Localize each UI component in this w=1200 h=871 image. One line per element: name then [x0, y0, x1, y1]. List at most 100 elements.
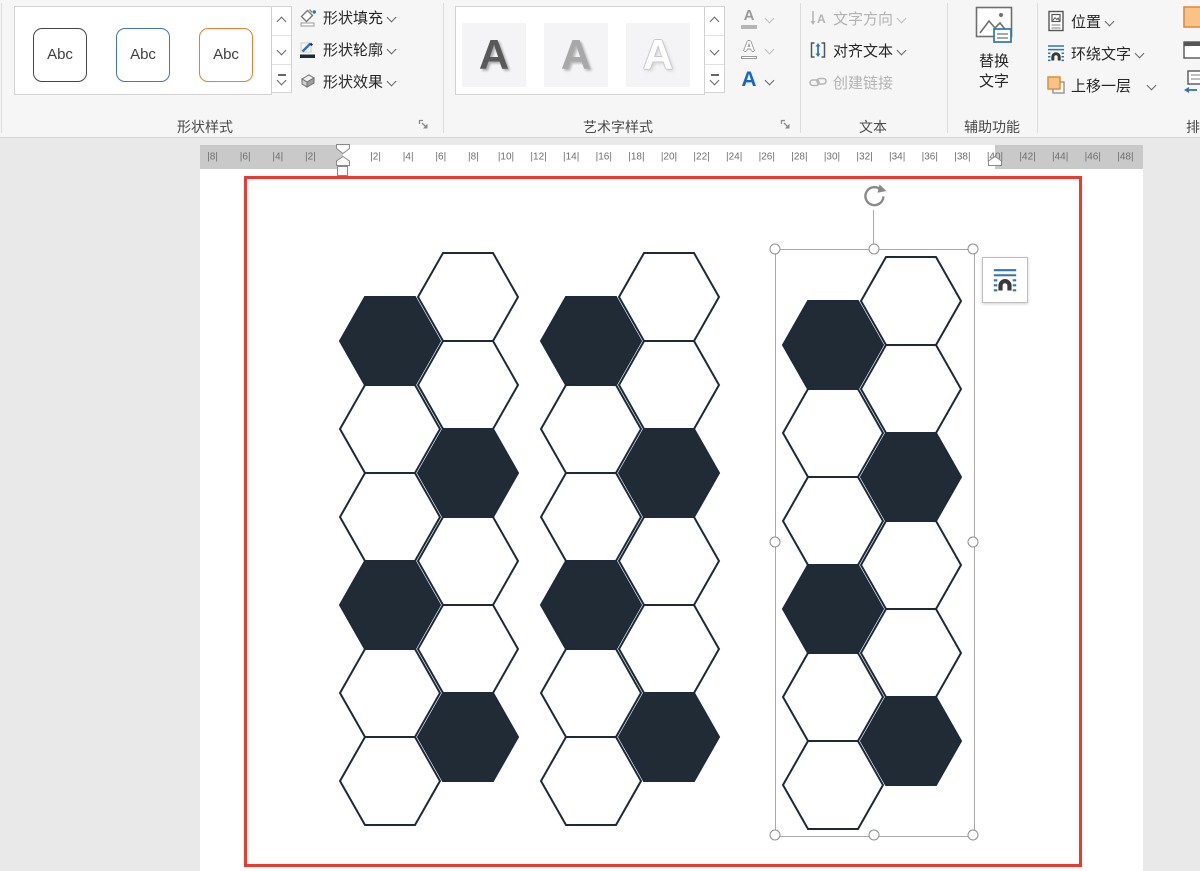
ruler-tick-label: |30|: [824, 152, 840, 163]
chevron-down-icon: [387, 76, 397, 86]
ribbon: Abc Abc Abc 形状填充 形状轮廓 形: [0, 0, 1200, 138]
layout-options-wrap-icon: [991, 266, 1019, 294]
text-outline-icon: A: [737, 39, 761, 59]
selection-resize-handle[interactable]: [968, 830, 979, 841]
text-outline-button[interactable]: A: [737, 36, 773, 62]
chevron-up-icon: [710, 16, 720, 26]
dialog-launcher-icon[interactable]: [417, 118, 430, 131]
chevron-up-icon: [277, 16, 287, 26]
align-objects-button[interactable]: [1183, 70, 1200, 96]
ruler-tick-label: |46|: [1085, 152, 1101, 163]
selection-resize-handle[interactable]: [770, 244, 781, 255]
hanging-indent-marker[interactable]: [336, 156, 350, 166]
selection-resize-handle[interactable]: [968, 537, 979, 548]
selection-resize-handle[interactable]: [968, 244, 979, 255]
text-fill-icon: A: [737, 8, 761, 29]
send-backward-button[interactable]: [1183, 6, 1200, 30]
gallery-scroll-down-button[interactable]: [272, 36, 291, 65]
group-divider: [800, 3, 801, 133]
shape-style-preset-3[interactable]: Abc: [199, 28, 253, 82]
position-label: 位置: [1071, 11, 1101, 32]
shape-fill-button[interactable]: 形状填充: [298, 4, 395, 30]
group-divider: [443, 3, 444, 133]
chevron-down-icon: [710, 75, 720, 85]
alt-text-button[interactable]: 替换 文字: [964, 5, 1024, 92]
gallery-scroll-up-button[interactable]: [705, 7, 724, 36]
paint-bucket-icon: [298, 7, 318, 27]
wordart-preset-2[interactable]: A: [544, 23, 608, 87]
svg-text:A: A: [817, 12, 826, 26]
rotation-handle-icon[interactable]: [860, 183, 888, 211]
position-icon: [1046, 10, 1066, 32]
chevron-down-icon: [765, 13, 775, 23]
ruler-tick-label: |26|: [759, 152, 775, 163]
selection-bounding-box[interactable]: [775, 249, 975, 837]
ruler-tick-label: |24|: [726, 152, 742, 163]
wrap-text-button[interactable]: 环绕文字: [1046, 40, 1143, 66]
gallery-more-button[interactable]: [272, 65, 291, 93]
bring-forward-label: 上移一层: [1071, 75, 1131, 96]
chevron-down-icon: [765, 75, 775, 85]
chevron-down-icon: [387, 12, 397, 22]
shape-effects-cube-icon: [298, 71, 318, 91]
accessibility-group-label: 辅助功能: [964, 117, 1020, 137]
text-direction-icon: A: [808, 8, 828, 28]
ruler-tick-label: |10|: [498, 152, 514, 163]
arrange-partial-button[interactable]: [1183, 38, 1200, 62]
text-effects-button[interactable]: A: [737, 67, 773, 93]
gallery-more-button[interactable]: [705, 65, 724, 93]
shape-effects-label: 形状效果: [323, 71, 383, 92]
selection-resize-handle[interactable]: [869, 244, 880, 255]
wrap-text-label: 环绕文字: [1071, 43, 1131, 64]
wordart-gallery-scroll: [704, 6, 725, 93]
shape-outline-button[interactable]: 形状轮廓: [298, 36, 395, 62]
gallery-scroll-up-button[interactable]: [272, 7, 291, 36]
shape-style-preset-2[interactable]: Abc: [116, 28, 170, 82]
shape-style-preset-1[interactable]: Abc: [33, 28, 87, 82]
shape-effects-button[interactable]: 形状效果: [298, 68, 395, 94]
wordart-preset-1[interactable]: A: [462, 23, 526, 87]
shape-styles-group-label: 形状样式: [177, 117, 233, 137]
text-group-label: 文本: [859, 117, 887, 137]
alt-text-picture-icon: [974, 5, 1014, 47]
create-link-button[interactable]: 创建链接: [808, 69, 893, 95]
page-partial-icon: [1183, 38, 1200, 62]
first-line-indent-marker[interactable]: [336, 144, 350, 154]
ruler-tick-label: |44|: [1052, 152, 1068, 163]
shape-style-gallery-scroll: [271, 6, 292, 93]
ruler-tick-label: |8|: [468, 152, 479, 163]
selection-resize-handle[interactable]: [869, 830, 880, 841]
ruler-tick-label: |34|: [889, 152, 905, 163]
wordart-preset-3[interactable]: A: [626, 23, 690, 87]
text-fill-button[interactable]: A: [737, 5, 773, 31]
group-divider: [1037, 3, 1038, 133]
wordart-gallery: A A A: [455, 6, 705, 95]
bring-forward-button[interactable]: 上移一层: [1046, 72, 1155, 98]
ruler-tick-label: |32|: [856, 152, 872, 163]
alt-text-label-line2: 文字: [964, 72, 1024, 92]
selection-resize-handle[interactable]: [770, 830, 781, 841]
text-direction-label: 文字方向: [833, 8, 893, 29]
chevron-down-icon: [897, 13, 907, 23]
selection-resize-handle[interactable]: [770, 537, 781, 548]
dialog-launcher-icon[interactable]: [779, 118, 792, 131]
text-direction-button[interactable]: A 文字方向: [808, 5, 905, 31]
wordart-group-label: 艺术字样式: [583, 117, 653, 137]
align-text-button[interactable]: 对齐文本: [808, 37, 905, 63]
ruler-tick-label: |22|: [693, 152, 709, 163]
chevron-down-icon: [897, 45, 907, 55]
chevron-down-icon: [1135, 48, 1145, 58]
bring-forward-icon: [1046, 75, 1066, 95]
create-link-label: 创建链接: [833, 72, 893, 93]
ruler-tick-label: |4|: [403, 152, 414, 163]
left-indent-marker[interactable]: [337, 166, 348, 176]
right-indent-marker[interactable]: [988, 156, 1002, 166]
ruler-tick-label: |12|: [530, 152, 546, 163]
ruler-tick-label: |16|: [596, 152, 612, 163]
ruler-tick-label: |4|: [272, 152, 283, 163]
chevron-down-icon: [1105, 16, 1115, 26]
align-text-icon: [808, 40, 828, 60]
layout-options-button[interactable]: [982, 257, 1028, 303]
gallery-scroll-down-button[interactable]: [705, 36, 724, 65]
position-button[interactable]: 位置: [1046, 8, 1113, 34]
